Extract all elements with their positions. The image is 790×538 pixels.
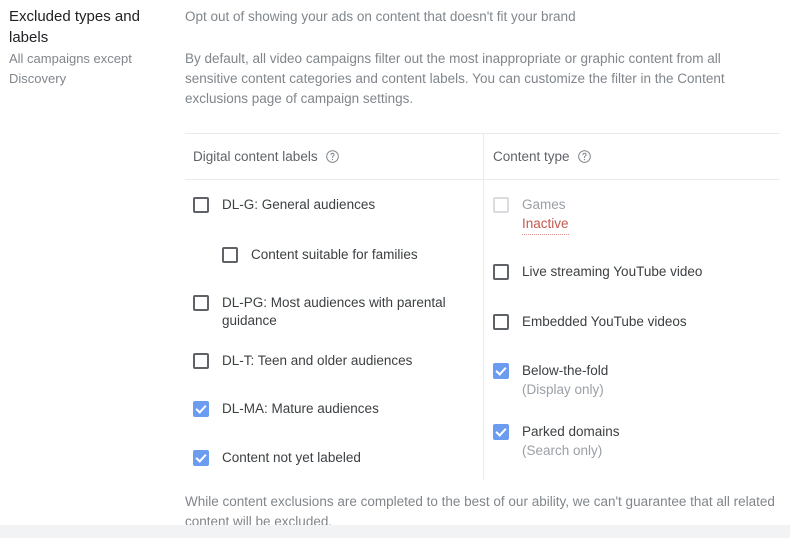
checkbox-label: Embedded YouTube videos <box>522 314 687 329</box>
checkbox-label: DL-G: General audiences <box>222 197 376 212</box>
column-header-content-type: Content type <box>493 134 780 179</box>
column-header-label: Digital content labels <box>193 149 318 164</box>
checkbox-label: Games <box>522 197 566 212</box>
help-circle-icon[interactable] <box>325 149 340 164</box>
checkbox-row-content-suitable-for-families[interactable]: Content suitable for families <box>222 246 483 264</box>
main-content: Opt out of showing your ads on content t… <box>185 0 790 525</box>
excluded-types-and-labels-page: Excluded types and labels All campaigns … <box>0 0 790 538</box>
status-badge-inactive[interactable]: Inactive <box>522 215 569 235</box>
checkbox-content-suitable-for-families[interactable] <box>222 247 238 263</box>
table-header-row: Digital content labels Content type <box>185 134 780 180</box>
column-header-digital-content-labels: Digital content labels <box>193 134 483 179</box>
checkbox-label: Content suitable for families <box>251 247 418 262</box>
checkbox-dl-t[interactable] <box>193 353 209 369</box>
column-content-type: Content type <box>483 134 780 179</box>
checkbox-label: Content not yet labeled <box>222 450 361 465</box>
section-sidebar: Excluded types and labels All campaigns … <box>0 0 180 525</box>
column-digital-content-labels: Digital content labels <box>185 134 483 179</box>
checkbox-label: Live streaming YouTube video <box>522 264 703 279</box>
intro-lead-text: Opt out of showing your ads on content t… <box>185 9 576 24</box>
checkbox-row-dl-t[interactable]: DL-T: Teen and older audiences <box>193 352 483 370</box>
checkbox-row-games: Games Inactive <box>493 196 780 235</box>
checkbox-below-the-fold[interactable] <box>493 363 509 379</box>
column-header-label: Content type <box>493 149 570 164</box>
checkbox-row-dl-ma[interactable]: DL-MA: Mature audiences <box>193 400 483 418</box>
checkbox-sublabel: (Display only) <box>522 382 604 397</box>
checkbox-label-group: Parked domains (Search only) <box>522 423 620 460</box>
checkbox-row-dl-g[interactable]: DL-G: General audiences <box>193 196 483 214</box>
digital-content-labels-list: DL-G: General audiences Content suitable… <box>185 180 483 480</box>
checkbox-dl-g[interactable] <box>193 197 209 213</box>
checkbox-label: DL-PG: Most audiences with parental guid… <box>222 295 446 328</box>
checkbox-label: DL-T: Teen and older audiences <box>222 353 413 368</box>
page-title: Excluded types and labels <box>9 8 140 46</box>
intro-body-text: By default, all video campaigns filter o… <box>185 51 725 106</box>
checkbox-parked-domains[interactable] <box>493 424 509 440</box>
exclusions-table: Digital content labels Content type DL-G… <box>185 133 780 480</box>
checkbox-row-below-the-fold[interactable]: Below-the-fold (Display only) <box>493 362 780 399</box>
page-subtitle: All campaigns except Discovery <box>9 51 132 86</box>
table-body: DL-G: General audiences Content suitable… <box>185 180 780 480</box>
checkbox-dl-ma[interactable] <box>193 401 209 417</box>
checkbox-games <box>493 197 509 213</box>
bottom-bar <box>0 525 790 538</box>
checkbox-sublabel: (Search only) <box>522 443 603 458</box>
checkbox-label: Parked domains <box>522 424 620 439</box>
checkbox-label: DL-MA: Mature audiences <box>222 401 379 416</box>
checkbox-row-live-streaming-youtube-video[interactable]: Live streaming YouTube video <box>493 263 780 281</box>
checkbox-content-not-yet-labeled[interactable] <box>193 450 209 466</box>
checkbox-row-parked-domains[interactable]: Parked domains (Search only) <box>493 423 780 460</box>
checkbox-row-content-not-yet-labeled[interactable]: Content not yet labeled <box>193 449 483 467</box>
checkbox-label-group: Below-the-fold (Display only) <box>522 362 608 399</box>
checkbox-row-embedded-youtube-videos[interactable]: Embedded YouTube videos <box>493 313 780 331</box>
checkbox-dl-pg[interactable] <box>193 295 209 311</box>
checkbox-label-group: Games Inactive <box>522 196 569 235</box>
content-types-list: Games Inactive Live streaming YouTube vi… <box>483 180 780 480</box>
checkbox-embedded-youtube-videos[interactable] <box>493 314 509 330</box>
checkbox-row-dl-pg[interactable]: DL-PG: Most audiences with parental guid… <box>193 294 483 330</box>
checkbox-live-streaming-youtube-video[interactable] <box>493 264 509 280</box>
help-circle-icon[interactable] <box>577 149 592 164</box>
checkbox-label: Below-the-fold <box>522 363 609 378</box>
